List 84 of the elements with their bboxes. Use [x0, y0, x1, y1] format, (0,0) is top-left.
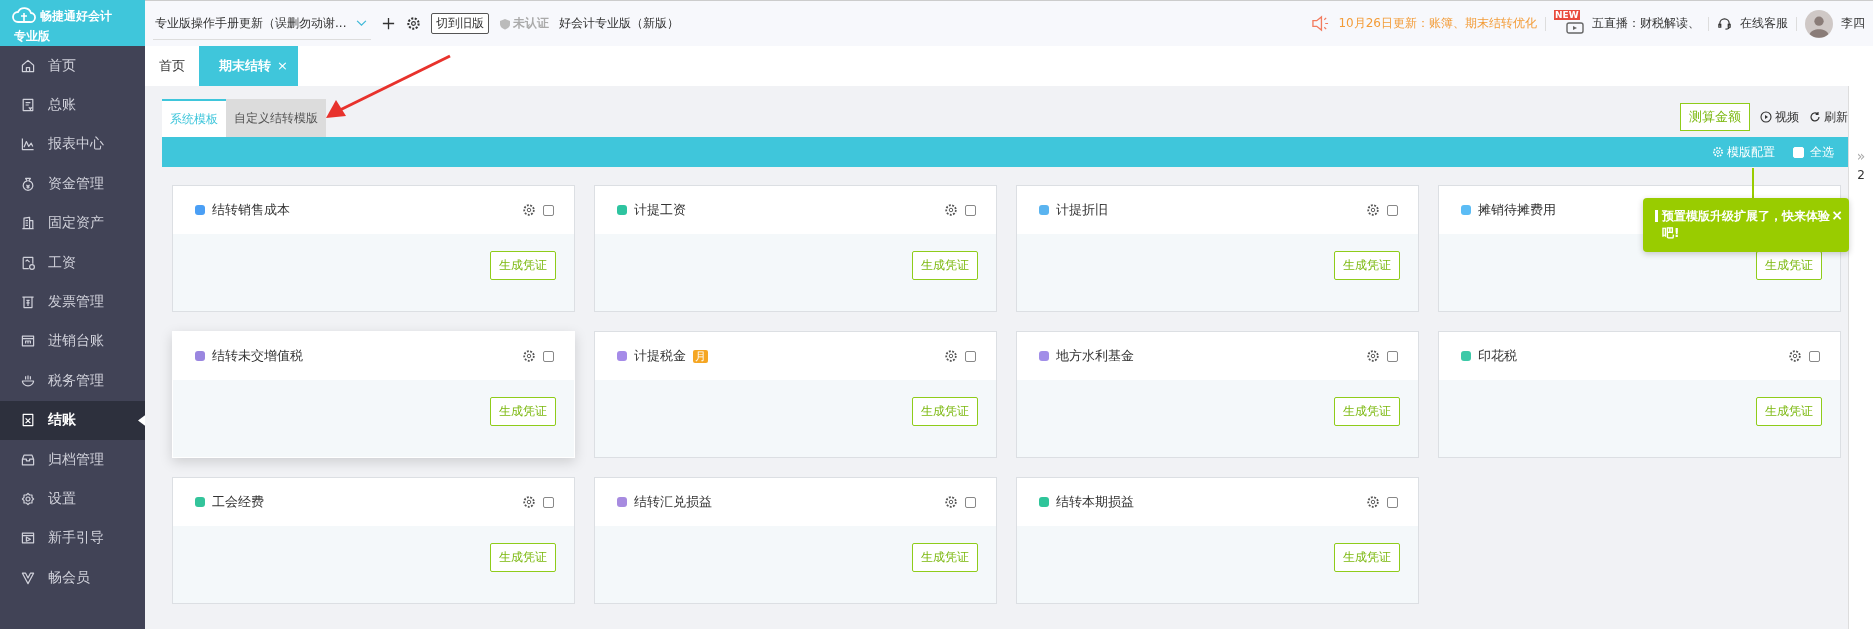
sidebar-item[interactable]: 首页 — [0, 46, 145, 86]
play-icon — [1760, 111, 1772, 123]
card-checkbox[interactable] — [965, 350, 976, 362]
sidebar-item[interactable]: 固定资产 — [0, 203, 145, 243]
product-name: 好会计专业版（新版） — [559, 15, 679, 32]
settings-icon[interactable] — [522, 495, 536, 509]
refresh-icon — [1809, 111, 1821, 123]
card-title: 结转销售成本 — [212, 201, 290, 219]
settings-icon[interactable] — [522, 349, 536, 363]
home-icon — [20, 57, 36, 74]
card-checkbox[interactable] — [1387, 496, 1398, 508]
sidebar-item[interactable]: 工资 — [0, 242, 145, 283]
edge-value: 2 — [1857, 168, 1865, 182]
sidebar-item[interactable]: 资金管理 — [0, 164, 145, 204]
card-checkbox[interactable] — [543, 496, 554, 508]
card-title: 工会经费 — [212, 493, 264, 511]
building-icon — [20, 215, 36, 232]
monthly-badge: 月 — [693, 349, 708, 363]
money-bag-icon — [20, 175, 36, 192]
settings-icon — [1712, 146, 1724, 158]
avatar[interactable] — [1805, 9, 1833, 38]
card-checkbox[interactable] — [1809, 350, 1820, 362]
card-checkbox[interactable] — [543, 204, 554, 216]
card-title: 结转未交增值税 — [212, 347, 303, 365]
invoice-icon — [20, 294, 36, 311]
card-title: 摊销待摊费用 — [1478, 201, 1556, 219]
tv-icon — [1566, 19, 1584, 34]
settings-icon — [20, 491, 36, 507]
plus-icon[interactable] — [381, 16, 396, 31]
sidebar-item[interactable]: 总账 — [0, 85, 145, 125]
card-title: 印花税 — [1478, 347, 1517, 365]
sidebar-item[interactable]: 设置 — [0, 479, 145, 519]
certification-text: 未认证 — [513, 15, 549, 32]
settings-icon[interactable] — [1366, 349, 1380, 363]
card-title: 结转本期损益 — [1056, 493, 1134, 511]
ledger-icon — [20, 97, 36, 114]
video-button[interactable]: 视频 — [1760, 108, 1799, 126]
payslip-icon — [20, 254, 36, 271]
tax-bowl-icon — [20, 372, 36, 389]
settings-icon[interactable] — [406, 16, 421, 31]
card-title: 计提税金 — [634, 347, 686, 365]
logo-name: 畅捷通好会计 — [40, 8, 112, 25]
card-checkbox[interactable] — [1387, 204, 1398, 216]
settings-icon[interactable] — [1788, 349, 1802, 363]
notice-dropdown[interactable]: 专业版操作手册更新（误删勿动谢... — [153, 7, 371, 40]
settings-icon[interactable] — [1366, 203, 1380, 217]
checkout-icon — [20, 412, 36, 429]
edition-label: 专业版 — [14, 28, 50, 45]
sidebar-item[interactable]: 新手引导 — [0, 518, 145, 559]
sidebar-item[interactable]: 发票管理 — [0, 282, 145, 322]
chart-icon — [20, 136, 36, 153]
sidebar-item[interactable]: 进销台账 — [0, 321, 145, 362]
shield-icon — [499, 17, 511, 30]
sidebar-item[interactable]: 税务管理 — [0, 361, 145, 401]
sidebar-item[interactable]: 结账 — [0, 400, 145, 440]
chevron-down-icon — [356, 19, 367, 27]
settings-icon[interactable] — [944, 495, 958, 509]
card-title: 计提折旧 — [1056, 201, 1108, 219]
card-checkbox[interactable] — [543, 350, 554, 362]
sidebar-item[interactable]: 归档管理 — [0, 439, 145, 480]
settings-icon[interactable] — [944, 349, 958, 363]
sidebar-item[interactable]: 畅会员 — [0, 558, 145, 598]
support-link[interactable]: 在线客服 — [1740, 15, 1788, 32]
settings-icon[interactable] — [1366, 495, 1380, 509]
switch-version-button[interactable]: 切到旧版 — [431, 13, 489, 34]
card-title: 结转汇兑损益 — [634, 493, 712, 511]
cloud-logo-icon — [12, 5, 36, 25]
card-checkbox[interactable] — [965, 204, 976, 216]
card-checkbox[interactable] — [965, 496, 976, 508]
card-checkbox[interactable] — [1387, 350, 1398, 362]
headset-icon — [1717, 16, 1732, 31]
new-badge: NEW — [1554, 9, 1580, 20]
tooltip-text: 预置模版升级扩展了，快来体验吧! — [1662, 208, 1831, 242]
speaker-icon — [1311, 15, 1331, 32]
user-name: 李四 — [1841, 15, 1865, 32]
card-title: 地方水利基金 — [1056, 347, 1134, 365]
refresh-button[interactable]: 刷新 — [1809, 108, 1848, 126]
live-link[interactable]: 五直播：财税解读、 — [1592, 15, 1700, 32]
settings-icon[interactable] — [522, 203, 536, 217]
sidebar-item[interactable]: 报表中心 — [0, 124, 145, 165]
settings-icon[interactable] — [944, 203, 958, 217]
card-title: 计提工资 — [634, 201, 686, 219]
template-tab[interactable]: 自定义结转模版 — [226, 99, 326, 137]
pointer-icon — [138, 414, 145, 426]
